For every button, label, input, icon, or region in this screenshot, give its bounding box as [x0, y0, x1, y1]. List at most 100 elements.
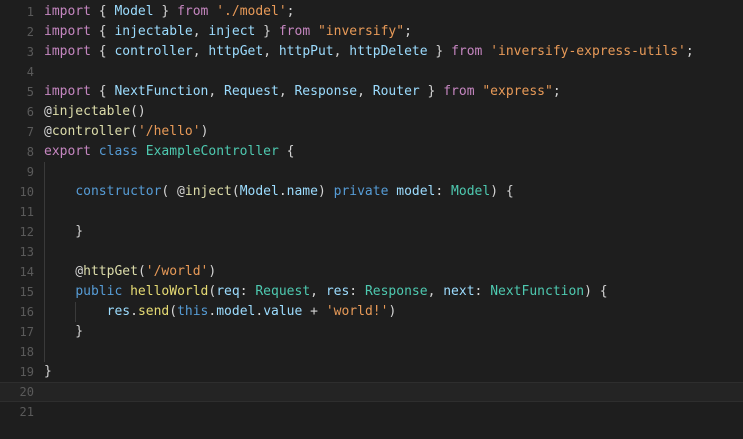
- code-line[interactable]: 1 import { Model } from './model';: [0, 2, 743, 22]
- code-line[interactable]: 6 @injectable(): [0, 102, 743, 122]
- code-token: send: [137, 304, 170, 319]
- code-token: controller: [114, 44, 193, 59]
- code-line[interactable]: 17 }: [0, 322, 743, 342]
- code-line[interactable]: 7 @controller('/hello'): [0, 122, 743, 142]
- code-token: httpGet: [208, 44, 264, 59]
- code-token: (: [137, 264, 146, 279]
- code-token: +: [302, 304, 326, 319]
- code-editor[interactable]: 1 import { Model } from './model'; 2 import…: [0, 0, 743, 439]
- code-text: import { NextFunction, Request, Response…: [44, 82, 561, 102]
- code-token: from: [443, 84, 475, 99]
- code-text: import { injectable, inject } from "inve…: [44, 22, 412, 42]
- code-token: }: [419, 84, 444, 99]
- code-line[interactable]: 18: [0, 342, 743, 362]
- code-token: import: [44, 84, 91, 99]
- code-token: ;: [404, 24, 412, 39]
- line-number: 13: [19, 245, 34, 259]
- line-number: 10: [19, 185, 34, 199]
- code-text: export class ExampleController {: [44, 142, 294, 162]
- code-token: injectable: [51, 104, 131, 119]
- code-token: value: [263, 304, 303, 319]
- code-line[interactable]: 5 import { NextFunction, Request, Respons…: [0, 82, 743, 102]
- code-line[interactable]: 20: [0, 382, 743, 402]
- code-token: :: [349, 284, 365, 299]
- code-token: ) {: [490, 184, 514, 199]
- code-line[interactable]: 19}: [0, 362, 743, 382]
- code-token: from: [278, 24, 311, 39]
- code-token: from: [177, 4, 209, 19]
- code-text: @injectable(): [44, 102, 146, 122]
- code-token: res: [325, 284, 350, 299]
- line-number: 3: [26, 45, 34, 59]
- code-line[interactable]: 11: [0, 202, 743, 222]
- code-line[interactable]: 4: [0, 62, 743, 82]
- line-number: 17: [19, 325, 34, 339]
- line-number: 21: [19, 405, 34, 419]
- code-line[interactable]: 14 @httpGet('/world'): [0, 262, 743, 282]
- line-number: 14: [19, 265, 34, 279]
- indent-guide: [75, 302, 76, 322]
- code-token: ): [317, 184, 334, 199]
- line-number: 6: [26, 105, 34, 119]
- line-number: 16: [19, 305, 34, 319]
- code-token: (: [169, 304, 178, 319]
- code-token: }: [427, 44, 452, 59]
- code-token: import: [44, 44, 91, 59]
- code-token: ExampleController: [145, 144, 279, 159]
- code-token: :: [435, 184, 452, 199]
- code-token: helloWorld: [130, 284, 209, 299]
- code-token: {: [90, 84, 115, 99]
- line-number: 11: [19, 205, 34, 219]
- line-number: 5: [26, 85, 34, 99]
- code-text: }: [44, 322, 83, 342]
- code-token: constructor: [75, 184, 162, 199]
- code-token: ;: [552, 84, 561, 99]
- code-line[interactable]: 9: [0, 162, 743, 182]
- code-token: httpDelete: [349, 44, 428, 59]
- code-token: res: [106, 304, 131, 319]
- code-token: }: [44, 224, 84, 239]
- code-token: ,: [208, 84, 225, 99]
- code-token: injectable: [114, 24, 193, 39]
- code-token: '/hello': [137, 124, 201, 139]
- code-token: :: [239, 284, 256, 299]
- code-line[interactable]: 15 public helloWorld(req: Request, res: …: [0, 282, 743, 302]
- code-token: {: [278, 144, 295, 159]
- code-token: ,: [278, 84, 295, 99]
- code-token: name: [286, 184, 318, 199]
- code-line[interactable]: 21: [0, 402, 743, 422]
- code-token: ) {: [584, 284, 608, 299]
- line-number: 4: [26, 65, 34, 79]
- code-token: ,: [263, 44, 279, 59]
- code-line[interactable]: 12 }: [0, 222, 743, 242]
- code-text: }: [44, 362, 52, 382]
- code-line[interactable]: 8 export class ExampleController {: [0, 142, 743, 162]
- code-token: '/world': [145, 264, 209, 279]
- code-line[interactable]: 16 res.send(this.model.value + 'world!'): [0, 302, 743, 322]
- code-text: @controller('/hello'): [44, 122, 208, 142]
- code-line[interactable]: 3 import { controller, httpGet, httpPut, …: [0, 42, 743, 62]
- code-token: ,: [310, 284, 326, 299]
- code-line[interactable]: 2 import { injectable, inject } from "inv…: [0, 22, 743, 42]
- code-token: next: [443, 284, 475, 299]
- code-token: .: [130, 304, 138, 319]
- code-line[interactable]: 10 constructor( @inject(Model.name) priv…: [0, 182, 743, 202]
- code-token: ,: [333, 44, 350, 59]
- code-token: @: [44, 124, 52, 139]
- code-token: 'world!': [325, 304, 389, 319]
- code-line[interactable]: 13: [0, 242, 743, 262]
- code-token: 'inversify-express-utils': [490, 44, 686, 59]
- code-token: ,: [192, 44, 209, 59]
- code-token: Response: [294, 84, 358, 99]
- code-token: }: [44, 364, 52, 379]
- code-token: ): [208, 264, 217, 279]
- code-token: .: [278, 184, 287, 199]
- code-token: "express": [482, 84, 553, 99]
- code-text: @httpGet('/world'): [44, 262, 216, 282]
- indent-guide: [44, 162, 45, 362]
- code-token: private: [333, 184, 389, 199]
- code-token: export: [44, 144, 91, 159]
- code-token: from: [451, 44, 483, 59]
